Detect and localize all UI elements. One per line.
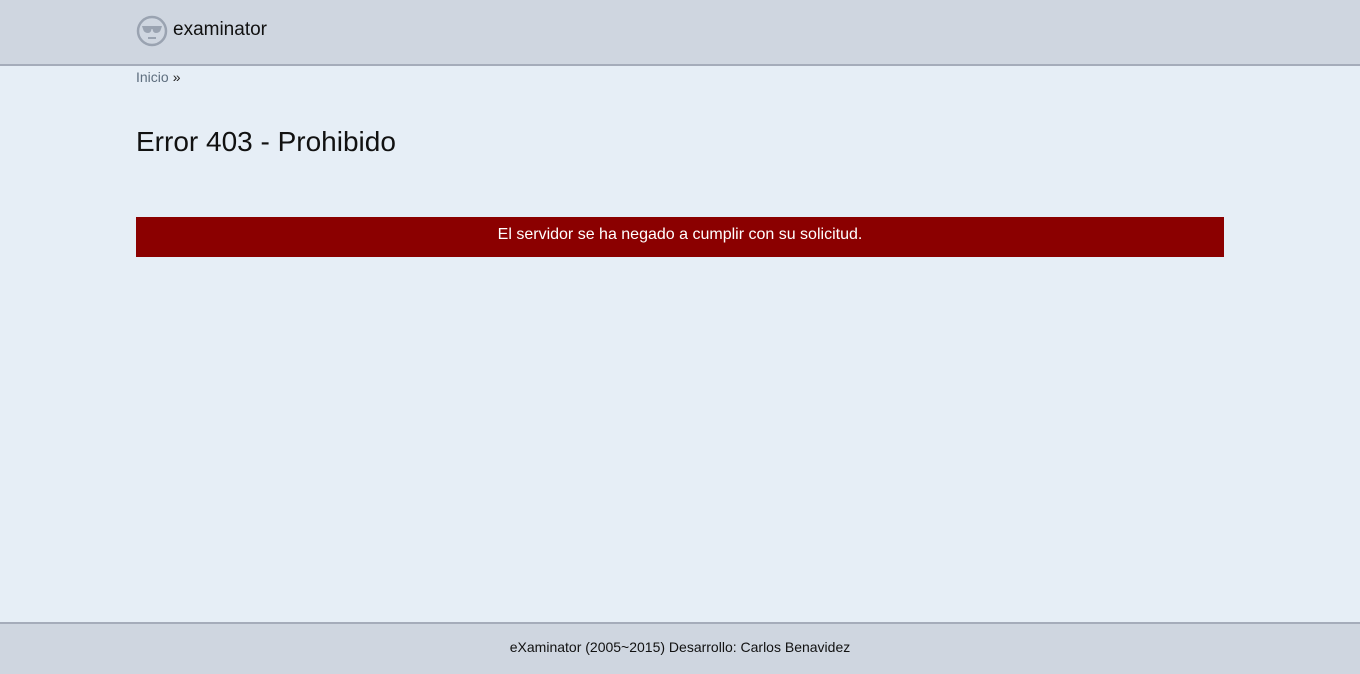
page-title: Error 403 - Prohibido [136, 126, 396, 157]
site-footer: eXaminator (2005~2015) Desarrollo: Carlo… [0, 622, 1360, 674]
brand-link[interactable]: examinator [136, 15, 267, 47]
site-header: examinator [0, 0, 1360, 66]
sunglasses-face-icon [136, 15, 168, 47]
brand-name: examinator [173, 19, 267, 40]
error-alert: El servidor se ha negado a cumplir con s… [136, 217, 1224, 257]
breadcrumb: Inicio» [136, 69, 180, 85]
footer-credits: eXaminator (2005~2015) Desarrollo: Carlo… [509, 639, 851, 655]
breadcrumb-separator: » [172, 69, 181, 85]
breadcrumb-home-link[interactable]: Inicio [136, 69, 169, 85]
